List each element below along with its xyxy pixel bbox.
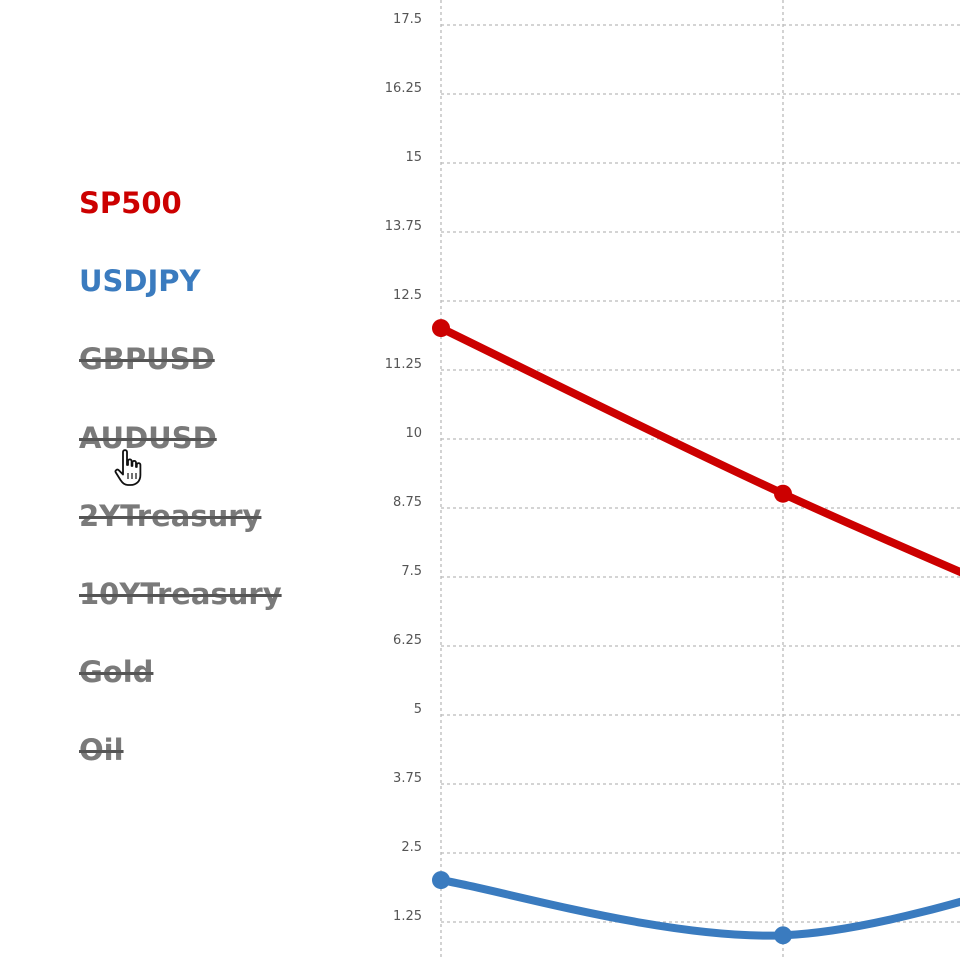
y-tick-label: 15 — [405, 150, 422, 165]
y-tick-label: 17.5 — [393, 12, 422, 27]
line-chart: 17.5 16.25 15 13.75 12.5 11.25 10 8.75 7.5 6.25 5 3… — [385, 0, 960, 960]
y-tick-label: 2.5 — [401, 840, 422, 855]
grid — [440, 0, 960, 960]
y-tick-label: 6.25 — [393, 633, 422, 648]
y-tick-label: 13.75 — [385, 219, 422, 234]
y-tick-label: 7.5 — [401, 564, 422, 579]
y-tick-label: 1.25 — [393, 909, 422, 924]
y-tick-label: 5 — [414, 702, 422, 717]
y-tick-label: 16.25 — [385, 81, 422, 96]
y-tick-label: 3.75 — [393, 771, 422, 786]
data-point-sp500[interactable] — [432, 319, 450, 338]
data-point-usdjpy[interactable] — [774, 926, 792, 945]
y-tick-label: 12.5 — [393, 288, 422, 303]
y-axis-ticks: 17.5 16.25 15 13.75 12.5 11.25 10 8.75 7.5 6.25 5 3… — [385, 12, 422, 924]
data-point-usdjpy[interactable] — [432, 871, 450, 890]
series-lines — [437, 324, 960, 940]
y-tick-label: 10 — [405, 426, 422, 441]
y-tick-label: 11.25 — [385, 357, 422, 372]
data-point-sp500[interactable] — [774, 484, 792, 503]
y-tick-label: 8.75 — [393, 495, 422, 510]
series-line-usdjpy — [437, 876, 960, 940]
chart-view: SP500 USDJPY GBPUSD AUDUSD 2YTreasury 10… — [0, 0, 960, 960]
series-line-sp500 — [437, 324, 960, 577]
